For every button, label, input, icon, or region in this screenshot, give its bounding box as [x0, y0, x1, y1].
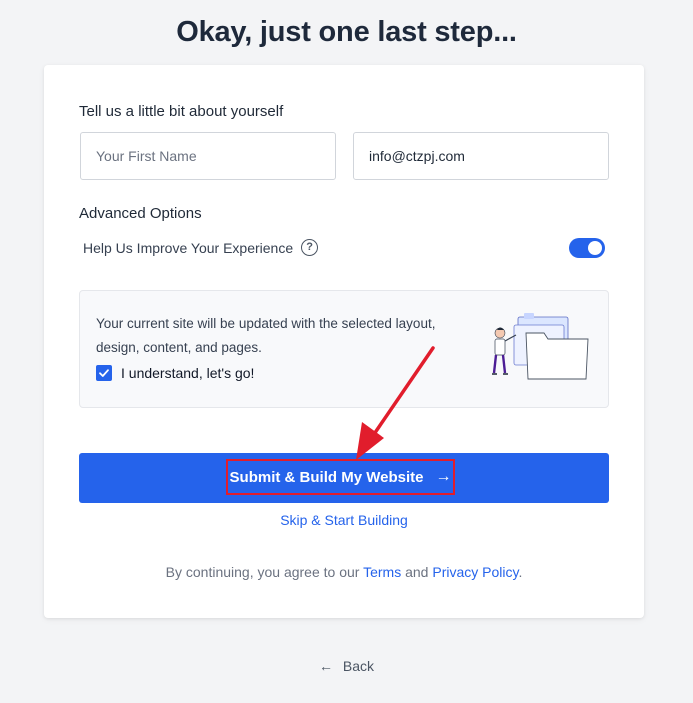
improve-experience-label: Help Us Improve Your Experience — [83, 239, 294, 256]
privacy-policy-link[interactable]: Privacy Policy — [432, 564, 518, 580]
submit-build-button[interactable]: Submit & Build My Website → — [79, 453, 609, 503]
understand-checkbox[interactable] — [96, 365, 112, 381]
legal-prefix: By continuing, you agree to our — [165, 564, 360, 580]
understand-label: I understand, let's go! — [121, 365, 255, 381]
page-title: Okay, just one last step... — [176, 16, 517, 48]
arrow-left-icon: ← — [318, 658, 333, 674]
skip-start-building-link[interactable]: Skip & Start Building — [44, 512, 644, 528]
arrow-right-icon: → — [435, 468, 452, 485]
back-label: Back — [342, 658, 374, 674]
legal-suffix: . — [518, 564, 523, 580]
email-input[interactable] — [353, 132, 609, 180]
improve-experience-row: Help Us Improve Your Experience ? — [83, 239, 319, 256]
toggle-knob — [588, 241, 602, 255]
back-link[interactable]: ← Back — [0, 658, 693, 674]
first-name-input[interactable] — [80, 132, 336, 180]
about-heading: Tell us a little bit about yourself — [79, 103, 284, 120]
terms-link[interactable]: Terms — [363, 564, 401, 580]
advanced-options-heading: Advanced Options — [79, 205, 202, 222]
improve-experience-toggle[interactable] — [569, 238, 605, 258]
submit-highlight-box: Submit & Build My Website → — [226, 459, 455, 495]
legal-text: By continuing, you agree to our Terms an… — [44, 564, 644, 580]
folder-illustration — [492, 313, 589, 380]
legal-and: and — [405, 564, 429, 580]
help-icon[interactable]: ? — [301, 239, 319, 256]
submit-label: Submit & Build My Website — [229, 468, 424, 486]
update-notice: Your current site will be updated with t… — [79, 290, 609, 408]
checkmark-icon — [99, 369, 109, 377]
notice-text: Your current site will be updated with t… — [96, 316, 436, 355]
understand-checkbox-row[interactable]: I understand, let's go! — [96, 365, 254, 381]
onboarding-card: Tell us a little bit about yourself Adva… — [44, 65, 644, 618]
